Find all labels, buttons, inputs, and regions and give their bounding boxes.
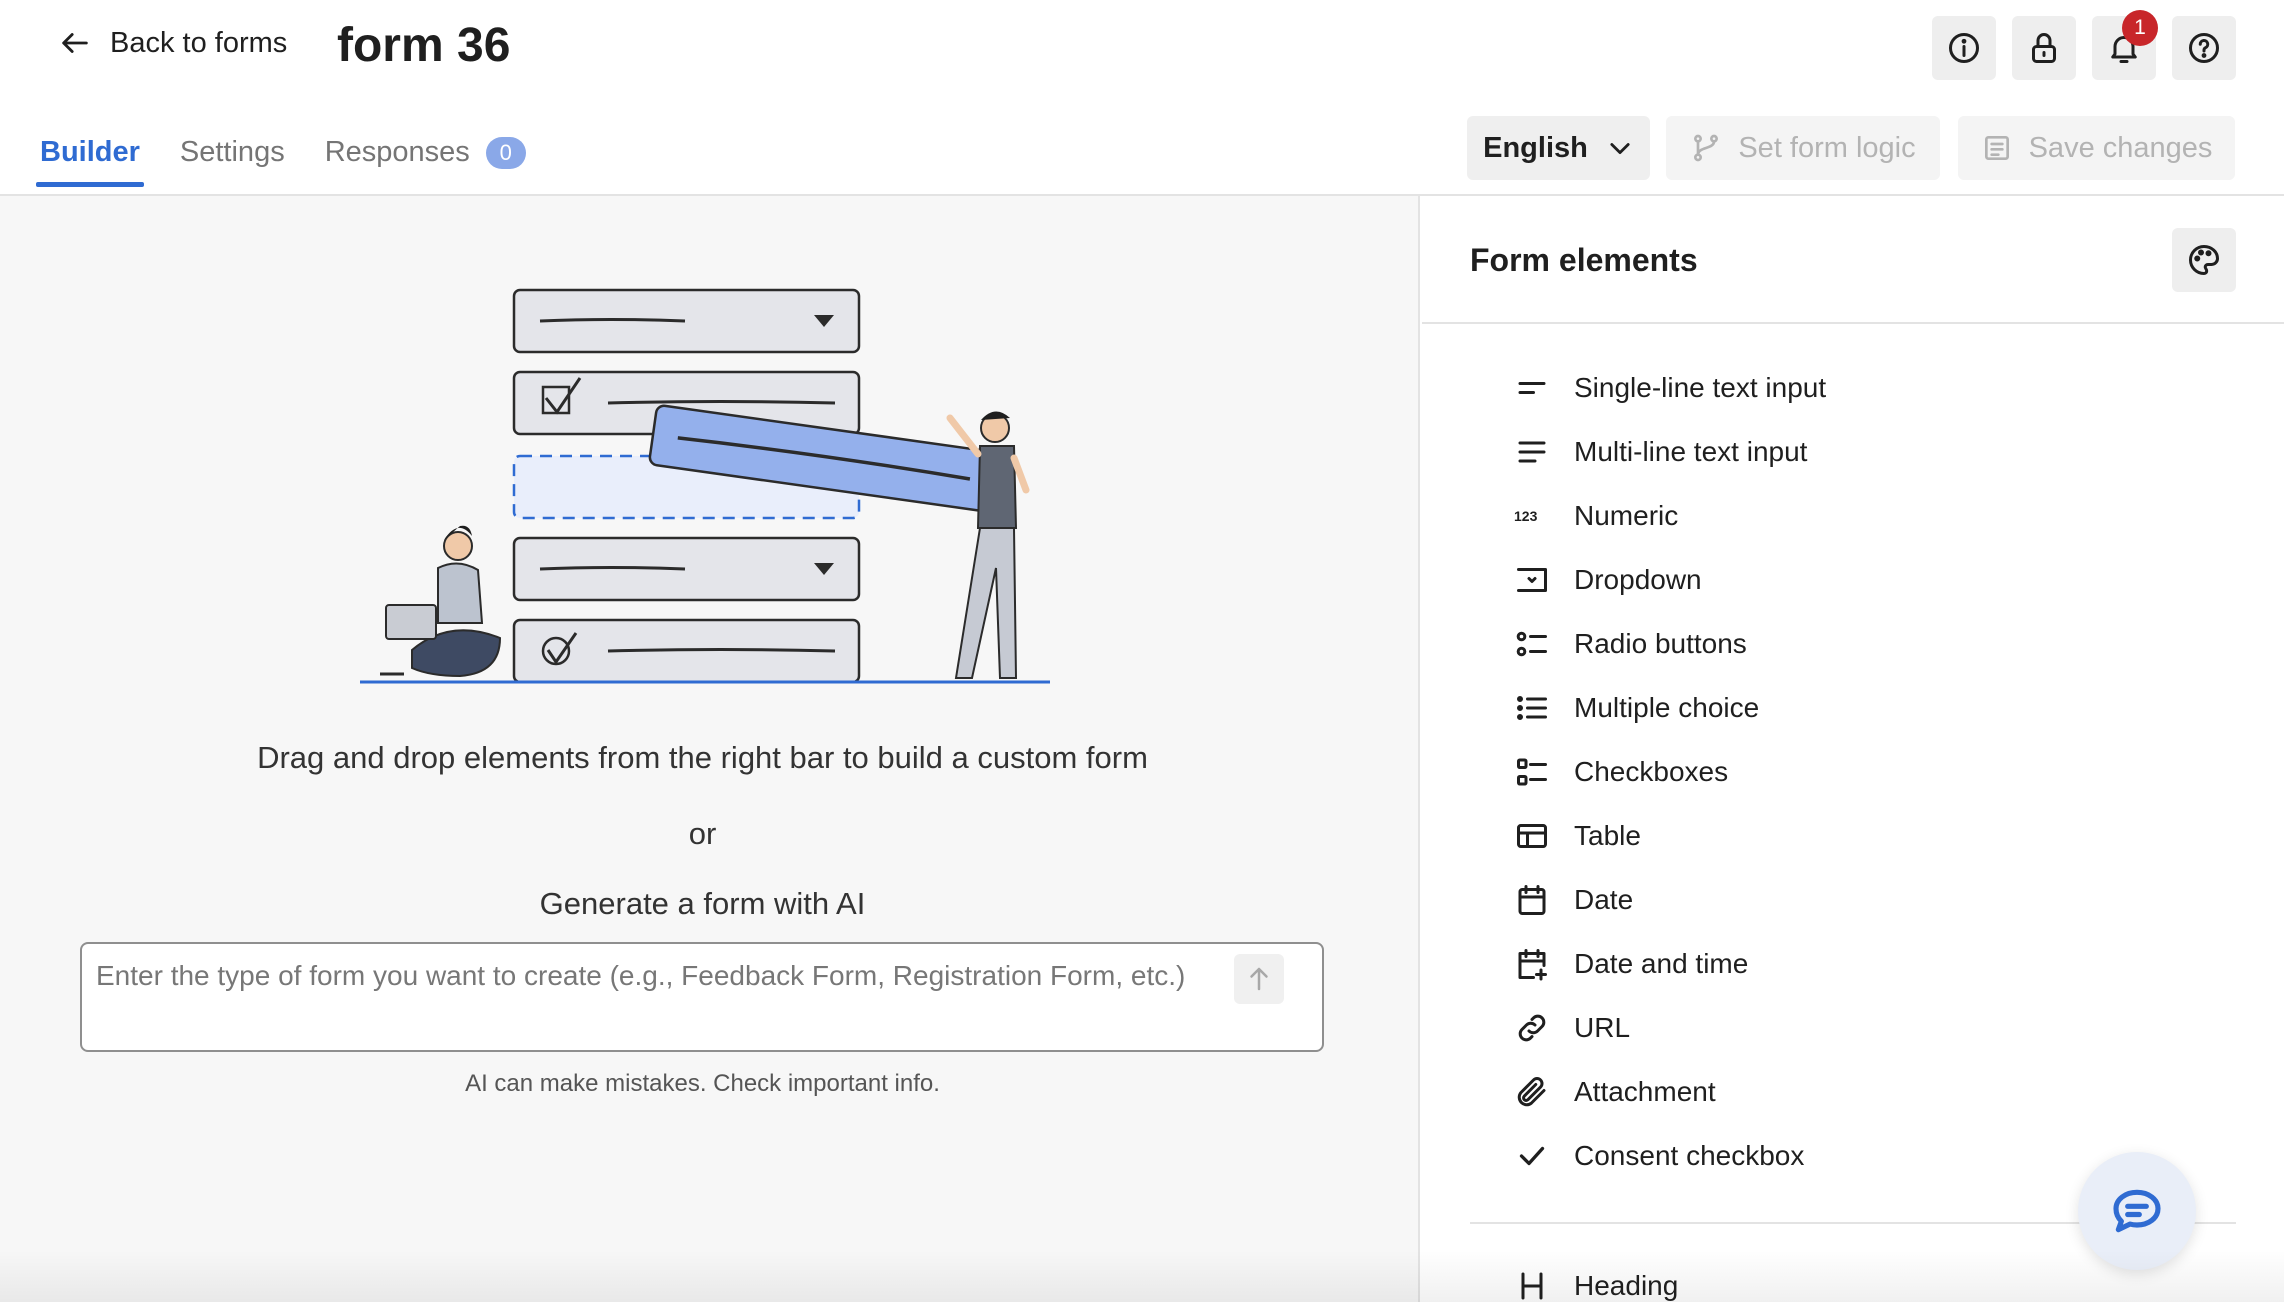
palette-icon: [2189, 245, 2219, 275]
arrow-left-icon: [62, 33, 88, 53]
save-changes-label: Save changes: [2028, 131, 2213, 164]
dropdown-icon: [1517, 568, 1547, 592]
element-heading[interactable]: Heading: [1514, 1254, 1678, 1302]
checkbox-list-icon: [1517, 758, 1547, 786]
panel-header: Form elements: [1422, 196, 2284, 324]
chat-support-button[interactable]: [2078, 1152, 2196, 1270]
element-consent-checkbox[interactable]: Consent checkbox: [1514, 1124, 1826, 1188]
bullet-list-icon: [1517, 696, 1547, 720]
tab-responses-label: Responses: [324, 136, 470, 168]
element-label: Dropdown: [1574, 564, 1702, 595]
language-label: English: [1483, 131, 1588, 164]
element-dropdown[interactable]: Dropdown: [1514, 548, 1826, 612]
tab-bar: Builder Settings Responses 0: [36, 136, 526, 187]
short-text-icon: [1518, 382, 1546, 394]
top-bar: Back to forms form 36 1 Builder Settings…: [0, 0, 2284, 196]
chevron-down-icon: [1610, 143, 1630, 155]
tab-builder-label: Builder: [40, 136, 140, 168]
element-multiple-choice[interactable]: Multiple choice: [1514, 676, 1826, 740]
form-elements-panel: Form elements Single-line text input Mul…: [1422, 196, 2284, 1302]
ai-prompt-box: [80, 942, 1324, 1052]
arrow-up-icon: [1250, 967, 1268, 991]
element-url[interactable]: URL: [1514, 996, 1826, 1060]
element-date[interactable]: Date: [1514, 868, 1826, 932]
element-single-line-text[interactable]: Single-line text input: [1514, 356, 1826, 420]
chat-bubble-icon: [2113, 1189, 2161, 1233]
save-document-icon: [1984, 136, 2009, 160]
theme-button[interactable]: [2172, 228, 2236, 292]
form-element-list: Single-line text input Multi-line text i…: [1514, 356, 1826, 1188]
info-icon: [1949, 33, 1979, 63]
element-label: URL: [1574, 1012, 1631, 1043]
generate-ai-heading: Generate a form with AI: [539, 886, 866, 921]
element-label: Multiple choice: [1574, 692, 1760, 723]
language-select[interactable]: English: [1467, 116, 1650, 180]
or-separator: or: [688, 816, 717, 851]
builder-canvas[interactable]: Drag and drop elements from the right ba…: [0, 196, 1420, 1302]
set-form-logic-button[interactable]: Set form logic: [1666, 116, 1940, 180]
heading-icon: [1521, 1272, 1543, 1300]
element-checkboxes[interactable]: Checkboxes: [1514, 740, 1826, 804]
tab-settings-label: Settings: [179, 136, 285, 168]
element-label: Heading: [1574, 1270, 1679, 1301]
panel-title: Form elements: [1470, 242, 1698, 278]
set-form-logic-label: Set form logic: [1738, 131, 1916, 164]
link-icon: [1518, 1014, 1546, 1042]
lock-icon: [2032, 33, 2056, 63]
drag-drop-hint: Drag and drop elements from the right ba…: [257, 740, 1148, 775]
element-label: Checkboxes: [1574, 756, 1729, 787]
paperclip-icon: [1517, 1077, 1546, 1107]
ai-prompt-input[interactable]: [96, 956, 1226, 1040]
radio-list-icon: [1516, 631, 1547, 657]
lock-button[interactable]: [2012, 16, 2076, 80]
save-changes-button[interactable]: Save changes: [1958, 116, 2235, 180]
tab-settings[interactable]: Settings: [180, 136, 285, 183]
element-attachment[interactable]: Attachment: [1514, 1060, 1826, 1124]
element-label: Table: [1574, 820, 1641, 851]
help-icon: [2189, 33, 2219, 63]
tab-builder[interactable]: Builder: [36, 136, 144, 187]
element-label: Numeric: [1574, 500, 1679, 531]
form-title: form 36: [337, 19, 511, 72]
ai-disclaimer: AI can make mistakes. Check important in…: [465, 1070, 940, 1097]
element-multi-line-text[interactable]: Multi-line text input: [1514, 420, 1826, 484]
element-label: Single-line text input: [1574, 372, 1827, 403]
table-icon: [1517, 824, 1547, 848]
numeric-icon: 123: [1514, 508, 1538, 524]
calendar-icon: [1518, 885, 1546, 915]
help-button[interactable]: [2172, 16, 2236, 80]
element-label: Date and time: [1574, 948, 1749, 979]
svg-text:123: 123: [1514, 508, 1538, 524]
element-radio-buttons[interactable]: Radio buttons: [1514, 612, 1826, 676]
info-button[interactable]: [1932, 16, 1996, 80]
element-label: Multi-line text input: [1574, 436, 1808, 467]
element-numeric[interactable]: 123 Numeric: [1514, 484, 1826, 548]
calendar-plus-icon: [1518, 949, 1547, 981]
ai-submit-button[interactable]: [1234, 954, 1284, 1004]
empty-form-illustration: [360, 288, 1050, 684]
notification-badge: 1: [2122, 10, 2158, 46]
logic-branch-icon: [1694, 134, 1719, 162]
element-label: Date: [1574, 884, 1634, 915]
back-label: Back to forms: [110, 26, 288, 59]
element-label: Attachment: [1574, 1076, 1716, 1107]
element-table[interactable]: Table: [1514, 804, 1826, 868]
back-to-forms-link[interactable]: Back to forms: [58, 26, 287, 60]
tab-responses[interactable]: Responses 0: [325, 136, 526, 183]
notifications-button[interactable]: 1: [2092, 10, 2158, 80]
responses-count-badge: 0: [485, 136, 526, 169]
long-text-icon: [1518, 441, 1546, 463]
element-date-and-time[interactable]: Date and time: [1514, 932, 1826, 996]
element-label: Consent checkbox: [1574, 1140, 1805, 1171]
element-label: Radio buttons: [1574, 628, 1747, 659]
checkmark-icon: [1519, 1146, 1545, 1166]
